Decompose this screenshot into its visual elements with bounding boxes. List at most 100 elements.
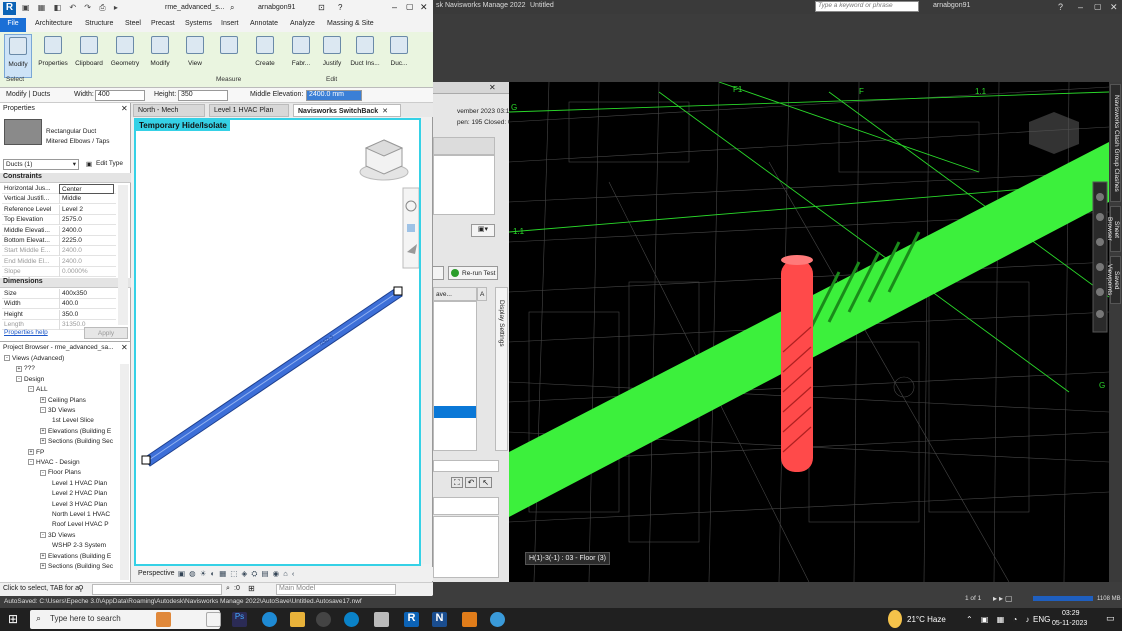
fabrication-button[interactable]: Fabr... <box>286 34 316 78</box>
navisworks-taskbar-icon[interactable]: N <box>432 612 447 627</box>
geometry-button[interactable]: Geometry <box>108 34 142 78</box>
modify-button[interactable]: Modify <box>4 34 32 78</box>
file-explorer-icon[interactable] <box>290 612 305 627</box>
property-row[interactable]: Size 400x350 <box>2 289 116 299</box>
collapse-icon[interactable]: - <box>28 386 34 393</box>
tab-navisworks-switchback[interactable]: Navisworks SwitchBack ✕ <box>293 104 401 117</box>
property-row[interactable]: Reference Level Level 2 <box>2 204 116 215</box>
revit-taskbar-icon[interactable]: R <box>404 612 419 627</box>
properties-help-link[interactable]: Properties help <box>4 329 48 336</box>
revit-minimize-icon[interactable]: – <box>392 2 397 12</box>
browser-item[interactable]: WSHP 2-3 System <box>52 542 106 549</box>
browser-item[interactable]: + FP <box>28 449 44 456</box>
property-value[interactable]: 2400.0 <box>59 246 114 257</box>
tab-saved-viewpoints[interactable]: Saved Viewpoints <box>1106 256 1121 304</box>
panel-select[interactable]: Select <box>6 76 24 83</box>
properties-scrollbar[interactable] <box>118 185 128 325</box>
taskbar-search-input[interactable]: ⌕ Type here to search <box>30 610 220 629</box>
app-icon[interactable] <box>490 612 505 627</box>
property-row[interactable]: Start Middle E... 2400.0 <box>2 246 116 257</box>
filter-icon[interactable]: ⌕ <box>226 585 230 593</box>
cortana-icon[interactable] <box>156 612 171 627</box>
middle-elevation-field[interactable]: 2400.0 mm <box>306 90 362 101</box>
browser-item[interactable]: + Elevations (Building E <box>40 428 111 435</box>
photoshop-icon[interactable]: Ps <box>232 612 247 627</box>
qat-icons[interactable]: ▣ ▦ ◧ ↶ ↷ ⎙ ▸ <box>22 3 121 13</box>
measure-button[interactable] <box>214 34 244 78</box>
expand-icon[interactable]: + <box>28 448 34 455</box>
property-value[interactable]: Level 2 <box>59 204 114 215</box>
edge-icon[interactable] <box>262 612 277 627</box>
browser-item[interactable]: North Level 1 HVAC <box>52 511 110 518</box>
design-options-icon[interactable]: ⊞ <box>248 584 255 593</box>
display-settings-tab[interactable]: Display Settings <box>495 287 508 451</box>
duct-lining-button[interactable]: Duc... <box>386 34 412 78</box>
revit-close-icon[interactable]: ✕ <box>420 2 428 13</box>
run-icon[interactable] <box>432 266 444 280</box>
property-row[interactable]: Vertical Justifi... Middle <box>2 194 116 205</box>
browser-item[interactable]: + Elevations (Building E <box>40 553 111 560</box>
test-list[interactable] <box>433 155 495 215</box>
browser-item[interactable]: + Ceiling Plans <box>40 397 86 404</box>
language-indicator[interactable]: ENG <box>1033 615 1050 624</box>
edit-type-button[interactable]: ▣ Edit Type <box>84 159 126 170</box>
browser-item[interactable]: + Sections (Building Sec <box>40 438 113 445</box>
justify-button[interactable]: Justify <box>318 34 346 78</box>
tab-precast[interactable]: Precast <box>151 20 175 27</box>
expand-icon[interactable]: + <box>40 438 46 445</box>
clock-date[interactable]: 05-11-2023 <box>1052 620 1087 627</box>
create-button[interactable]: Create <box>250 34 280 78</box>
property-value[interactable]: 0.0000% <box>59 267 114 278</box>
property-row[interactable]: Slope 0.0000% <box>2 267 116 278</box>
property-row[interactable]: End Middle El... 2400.0 <box>2 256 116 267</box>
page-nav-icons[interactable]: ▸▸▢ <box>993 594 1015 603</box>
tab-massing-site[interactable]: Massing & Site <box>327 20 374 27</box>
revit-help-icon[interactable]: ? <box>338 3 342 12</box>
task-view-icon[interactable] <box>206 612 221 627</box>
tab-clash-group-clashes[interactable]: Navisworks Clash Group Clashes <box>1110 84 1121 202</box>
browser-item[interactable]: Level 1 HVAC Plan <box>52 480 107 487</box>
browser-item[interactable]: Level 2 HVAC Plan <box>52 490 107 497</box>
viewcube-icon[interactable] <box>359 139 409 181</box>
property-value[interactable]: 400x350 <box>59 289 114 299</box>
rerun-test-button[interactable]: Re-run Test <box>448 266 498 280</box>
worksets-icon[interactable]: ⚲ <box>78 584 84 593</box>
tab-architecture[interactable]: Architecture <box>35 20 72 27</box>
browser-item[interactable]: - ALL <box>28 386 48 393</box>
collapse-icon[interactable]: - <box>40 532 46 539</box>
close-icon[interactable]: ✕ <box>1110 2 1118 13</box>
browser-item[interactable]: - Floor Plans <box>40 469 81 476</box>
tab-close-icon[interactable]: ✕ <box>382 108 388 115</box>
minimize-icon[interactable]: – <box>1078 2 1083 12</box>
properties-close-icon[interactable]: ✕ <box>121 104 128 113</box>
vlc-icon[interactable] <box>462 612 477 627</box>
expand-icon[interactable]: + <box>40 396 46 403</box>
tab-level-1-hvac-plan[interactable]: Level 1 HVAC Plan <box>209 104 289 117</box>
workset-field[interactable] <box>92 584 222 595</box>
expand-icon[interactable]: + <box>40 428 46 435</box>
panel-close-icon[interactable]: ✕ <box>489 83 496 92</box>
item-details[interactable] <box>433 516 499 578</box>
property-value[interactable]: 400.0 <box>59 299 114 310</box>
property-row[interactable]: Top Elevation 2575.0 <box>2 215 116 226</box>
col-header-a[interactable]: ave... <box>433 287 477 301</box>
duct-segment[interactable] <box>143 287 403 467</box>
browser-item[interactable]: - Views (Advanced) <box>4 355 64 362</box>
windows-start-icon[interactable]: ⊞ <box>8 612 18 626</box>
duct-insulation-button[interactable]: Duct Ins... <box>348 34 382 78</box>
tab-sheet-browser[interactable]: Sheet Browser <box>1106 206 1121 252</box>
weather-icon[interactable] <box>888 610 902 628</box>
navisworks-3d-viewport[interactable]: G F1 F 1.1 1.1 F1 G <box>509 82 1109 582</box>
filter-field[interactable] <box>433 460 499 472</box>
browser-item[interactable]: + Sections (Building Sec <box>40 563 113 570</box>
browser-scrollbar[interactable] <box>120 364 129 580</box>
collapse-icon[interactable]: - <box>28 459 34 466</box>
property-row[interactable]: Bottom Elevat... 2225.0 <box>2 236 116 246</box>
collapse-icon[interactable]: - <box>16 376 22 383</box>
browser-item[interactable]: Level 3 HVAC Plan <box>52 501 107 508</box>
tray-icons[interactable]: ⌃ ▣ ▦ ◔ ♪ <box>966 615 1033 624</box>
property-value[interactable]: 350.0 <box>59 309 114 320</box>
navigation-bar[interactable] <box>402 187 419 269</box>
property-value[interactable]: 2225.0 <box>59 236 114 246</box>
duct-end-grip[interactable] <box>393 286 403 296</box>
